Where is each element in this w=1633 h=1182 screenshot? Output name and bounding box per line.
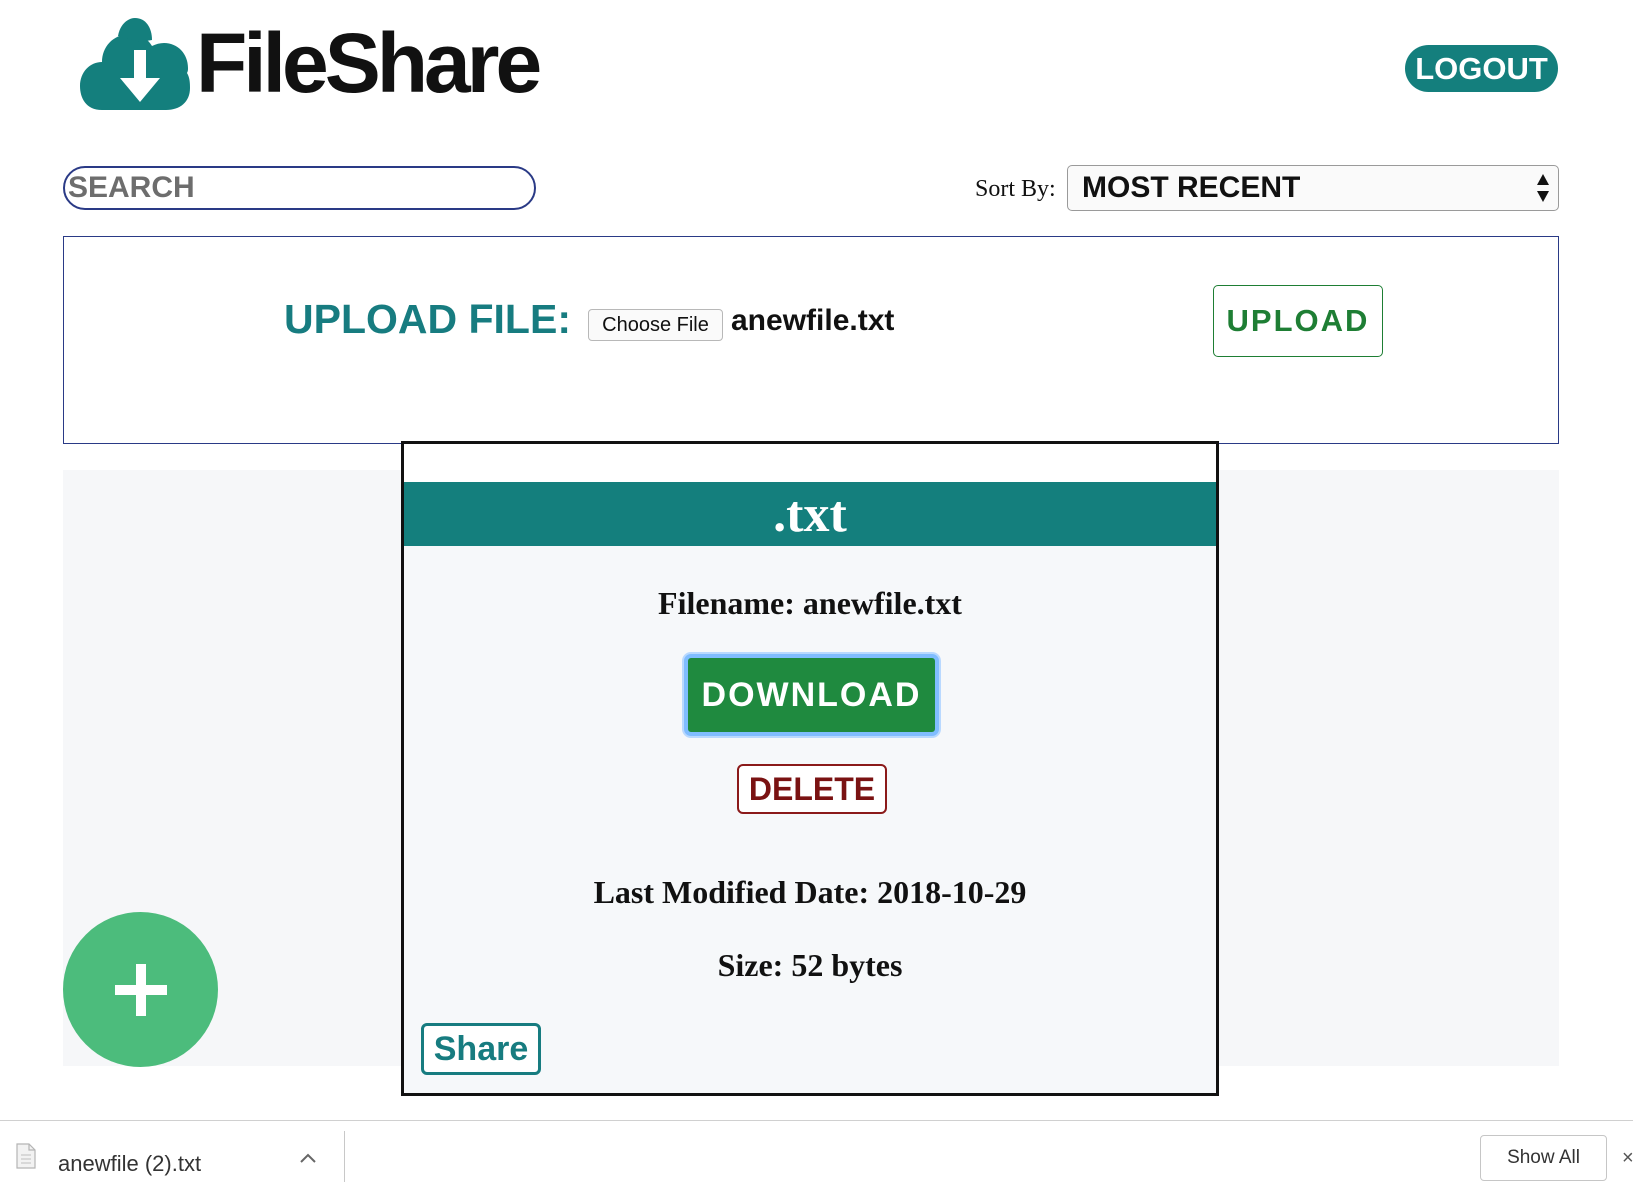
select-arrows-icon <box>1536 172 1550 204</box>
sort-select[interactable]: MOST RECENT <box>1067 165 1559 211</box>
download-bar: anewfile (2).txt Show All × <box>0 1120 1633 1182</box>
show-all-button[interactable]: Show All <box>1480 1135 1607 1181</box>
selected-file-name: anewfile.txt <box>731 304 895 337</box>
add-file-button[interactable] <box>63 912 218 1067</box>
file-name-text: Filename: anewfile.txt <box>658 585 962 621</box>
card-top-strip <box>404 444 1216 482</box>
logout-button[interactable]: LOGOUT <box>1405 45 1558 92</box>
plus-icon <box>114 963 167 1016</box>
sort-label: Sort By: <box>975 176 1056 202</box>
app-title: FileShare <box>196 15 542 110</box>
fileshare-page: FileShare LOGOUT SEARCH Sort By: MOST RE… <box>0 0 1633 1182</box>
file-extension-header: .txt <box>404 482 1216 546</box>
file-icon <box>16 1143 36 1169</box>
upload-file-label: UPLOAD FILE: <box>284 296 571 342</box>
sort-selected-value: MOST RECENT <box>1082 171 1301 204</box>
delete-button[interactable]: DELETE <box>737 764 887 814</box>
download-bar-divider <box>344 1131 345 1182</box>
choose-file-button[interactable]: Choose File <box>588 309 723 341</box>
file-size-text: Size: 52 bytes <box>717 947 903 983</box>
close-icon[interactable]: × <box>1622 1147 1633 1170</box>
file-card: .txt Filename: anewfile.txt DOWNLOAD DEL… <box>401 441 1219 1096</box>
cloud-download-icon <box>80 18 190 110</box>
search-input[interactable]: SEARCH <box>63 166 536 210</box>
chevron-up-icon[interactable] <box>298 1151 318 1165</box>
upload-button[interactable]: UPLOAD <box>1213 285 1383 357</box>
download-button[interactable]: DOWNLOAD <box>684 654 939 736</box>
last-modified-text: Last Modified Date: 2018-10-29 <box>593 874 1027 910</box>
share-button[interactable]: Share <box>421 1023 541 1075</box>
downloaded-file-name[interactable]: anewfile (2).txt <box>58 1151 201 1177</box>
logo: FileShare <box>80 15 542 116</box>
